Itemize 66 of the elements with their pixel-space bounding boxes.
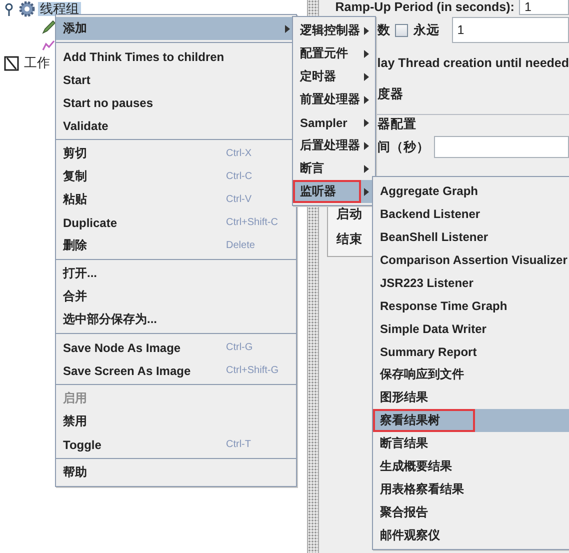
menu-item[interactable]: 聚合报告: [373, 501, 569, 524]
checkbox-label: 永远: [413, 22, 440, 38]
submenu-arrow-icon: [364, 50, 369, 58]
menu-item[interactable]: Simple Data Writer: [373, 317, 569, 340]
menu-item[interactable]: JSR223 Listener: [373, 271, 569, 294]
menu-item[interactable]: 断言: [293, 157, 375, 180]
menu-item[interactable]: Save Screen As Image Ctrl+Shift-G: [56, 359, 296, 382]
menu-item[interactable]: BeanShell Listener: [373, 225, 569, 248]
scheduler-label: 度器: [377, 86, 404, 102]
menu-item[interactable]: 用表格察看结果: [373, 478, 569, 501]
field-label: 结束: [336, 231, 364, 248]
ramp-up-input[interactable]: 1: [519, 0, 569, 15]
menu-item[interactable]: 察看结果树: [373, 409, 569, 432]
submenu-arrow-icon: [364, 142, 369, 150]
menu-item[interactable]: 断言结果: [373, 432, 569, 455]
submenu-arrow-icon: [364, 188, 369, 196]
menu-item[interactable]: Add Think Times to children: [56, 45, 296, 68]
menu-item[interactable]: Validate: [56, 114, 296, 137]
menu-item[interactable]: 前置处理器: [293, 88, 375, 111]
delay-option-label: lay Thread creation until needed: [377, 56, 569, 70]
menu-item[interactable]: 选中部分保存为...: [56, 308, 296, 331]
menu-item[interactable]: Summary Report: [373, 340, 569, 363]
menu-item[interactable]: Aggregate Graph: [373, 179, 569, 202]
menu-item[interactable]: 粘贴 Ctrl-V: [56, 188, 296, 211]
menu-item[interactable]: 配置元件: [293, 42, 375, 65]
duration-input[interactable]: [434, 136, 569, 158]
menu-item[interactable]: 监听器: [293, 180, 375, 203]
menu-item[interactable]: 生成概要结果: [373, 455, 569, 478]
menu-item[interactable]: Toggle Ctrl-T: [56, 433, 296, 456]
menu-item[interactable]: 保存响应到文件: [373, 363, 569, 386]
menu-item[interactable]: 合并: [56, 285, 296, 308]
chart-icon: [42, 39, 55, 51]
menu-item[interactable]: 复制 Ctrl-C: [56, 165, 296, 188]
menu-item[interactable]: Start: [56, 68, 296, 91]
menu-item[interactable]: Comparison Assertion Visualizer: [373, 248, 569, 271]
tree-item[interactable]: 工作: [22, 56, 52, 70]
menu-item[interactable]: 剪切 Ctrl-X: [56, 142, 296, 165]
field-label: Ramp-Up Period (in seconds):: [335, 0, 514, 14]
menu-item[interactable]: 邮件观察仪: [373, 524, 569, 547]
menu-item[interactable]: 帮助: [56, 461, 296, 484]
loop-count-input[interactable]: 1: [452, 17, 569, 43]
menu-item[interactable]: 图形结果: [373, 386, 569, 409]
field-label: 数: [377, 22, 390, 38]
menu-item[interactable]: Sampler: [293, 111, 375, 134]
submenu-arrow-icon: [364, 72, 369, 80]
workbench-icon: [4, 56, 19, 70]
menu-item[interactable]: 删除 Delete: [56, 234, 296, 257]
submenu-arrow-icon: [364, 26, 369, 34]
menu-item[interactable]: Save Node As Image Ctrl-G: [56, 336, 296, 359]
menu-item[interactable]: 后置处理器: [293, 134, 375, 157]
tree-item[interactable]: 线程组: [38, 2, 81, 16]
menu-item[interactable]: 定时器: [293, 65, 375, 88]
menu-item[interactable]: Duplicate Ctrl+Shift-C: [56, 211, 296, 234]
group-title: 器配置: [377, 116, 416, 132]
submenu-arrow-icon: [364, 118, 369, 126]
field-label: 间（秒）: [377, 138, 430, 156]
submenu-arrow-icon: [364, 96, 369, 104]
forever-checkbox[interactable]: [395, 24, 408, 36]
field-label: 启动: [336, 206, 364, 223]
menu-item[interactable]: Backend Listener: [373, 202, 569, 225]
menu-item[interactable]: 逻辑控制器: [293, 19, 375, 42]
menu-item[interactable]: Response Time Graph: [373, 294, 569, 317]
menu-item[interactable]: 禁用: [56, 410, 296, 433]
menu-item[interactable]: 打开...: [56, 262, 296, 285]
menu-item[interactable]: Start no pauses: [56, 91, 296, 114]
submenu-arrow-icon: [364, 164, 369, 172]
